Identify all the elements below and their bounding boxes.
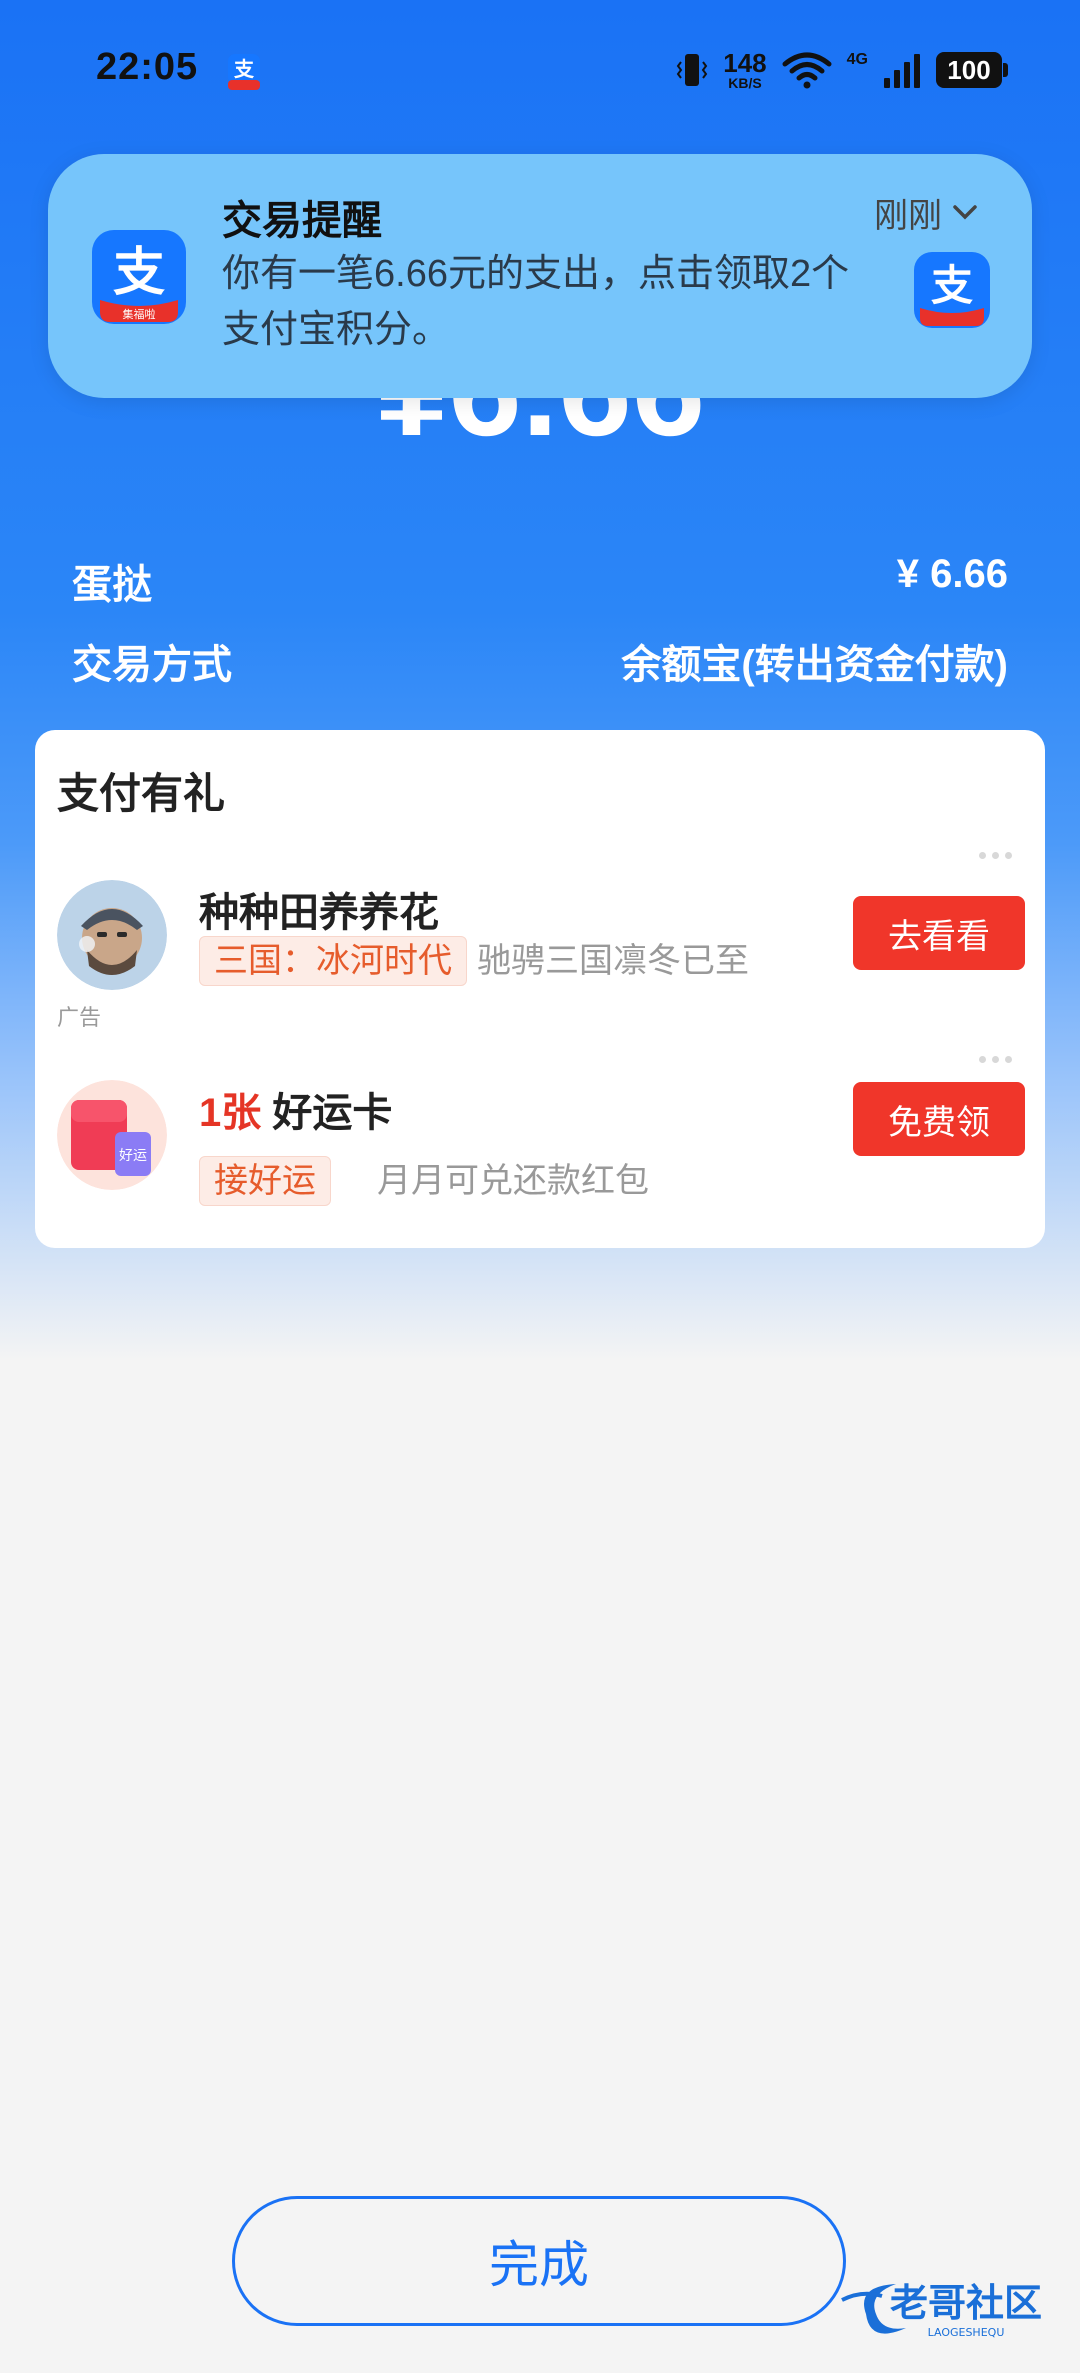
notification-time-label: 刚刚 xyxy=(874,197,942,235)
svg-text:支: 支 xyxy=(234,57,255,81)
detail-row-payment-method: 交易方式 余额宝(转出资金付款) xyxy=(72,632,1008,690)
reward-title: 1张 好运卡 xyxy=(199,1080,392,1138)
status-bar: 22:05 支 148 KB/S 4G 100 xyxy=(0,0,1080,140)
rewards-card: 支付有礼 种种田养养花 三国：冰河时代 驰骋三国凛冬已至 去看看 广告 好运 1… xyxy=(35,730,1045,1248)
watermark-text: 老哥社区 xyxy=(890,2281,1042,2325)
ad-label: 广告 xyxy=(57,1005,102,1030)
signal-icon xyxy=(884,54,920,88)
alipay-icon: 支 集福啦 xyxy=(92,230,186,324)
watermark-sub: LAOGESHEQU xyxy=(928,2326,1005,2339)
notification-title: 交易提醒 xyxy=(222,199,382,243)
rewards-title: 支付有礼 xyxy=(57,770,226,817)
claim-free-button[interactable]: 免费领 xyxy=(853,1082,1025,1156)
vibrate-icon xyxy=(677,54,708,86)
notification-time[interactable]: 刚刚 xyxy=(874,188,978,237)
alipay-icon-badge: 集福啦 xyxy=(123,307,156,321)
game-avatar xyxy=(57,880,167,990)
status-icons: 148 KB/S 4G 100 xyxy=(675,48,1008,92)
chevron-down-icon xyxy=(953,204,977,219)
detail-value: ¥ 6.66 xyxy=(896,552,1008,596)
red-envelope-icon: 好运 xyxy=(57,1080,167,1190)
reward-item-game[interactable]: 种种田养养花 三国：冰河时代 驰骋三国凛冬已至 去看看 xyxy=(57,880,1025,1000)
transaction-notification[interactable]: 支 集福啦 交易提醒 刚刚 你有一笔6.66元的支出，点击领取2个支付宝积分。 … xyxy=(48,154,1032,398)
wifi-icon xyxy=(782,52,832,89)
svg-text:支: 支 xyxy=(931,261,973,310)
more-options-icon[interactable] xyxy=(979,852,1019,862)
net-speed: 148 KB/S xyxy=(723,48,767,91)
reward-item-lucky-card[interactable]: 好运 1张 好运卡 接好运 月月可兑还款红包 免费领 xyxy=(57,1080,1025,1206)
detail-row-item: 蛋挞 ¥ 6.66 xyxy=(72,552,1008,610)
more-options-icon[interactable] xyxy=(979,1056,1019,1066)
reward-tag: 三国：冰河时代 xyxy=(199,936,467,986)
detail-label: 交易方式 xyxy=(72,643,232,687)
battery-indicator: 100 xyxy=(936,52,1008,88)
svg-text:好运: 好运 xyxy=(119,1148,147,1164)
reward-title: 种种田养养花 xyxy=(199,891,439,935)
status-time: 22:05 xyxy=(96,46,199,88)
svg-text:支: 支 xyxy=(113,243,165,303)
detail-label: 蛋挞 xyxy=(72,563,152,607)
watermark-logo: 老哥社区 LAOGESHEQU xyxy=(841,2281,1042,2339)
view-button[interactable]: 去看看 xyxy=(853,896,1025,970)
notification-body: 你有一笔6.66元的支出，点击领取2个支付宝积分。 xyxy=(222,253,850,351)
alipay-small-icon: 支 xyxy=(228,54,260,90)
done-button[interactable]: 完成 xyxy=(232,2196,846,2326)
network-type: 4G xyxy=(846,51,868,68)
reward-tag: 接好运 xyxy=(199,1156,331,1206)
reward-title-text: 好运卡 xyxy=(261,1091,393,1135)
reward-count: 1张 xyxy=(199,1091,262,1135)
detail-value: 余额宝(转出资金付款) xyxy=(621,643,1008,687)
reward-subtitle: 驰骋三国凛冬已至 xyxy=(477,942,749,980)
alipay-thumbnail-icon: 支 xyxy=(914,252,990,328)
reward-subtitle: 月月可兑还款红包 xyxy=(377,1162,649,1200)
